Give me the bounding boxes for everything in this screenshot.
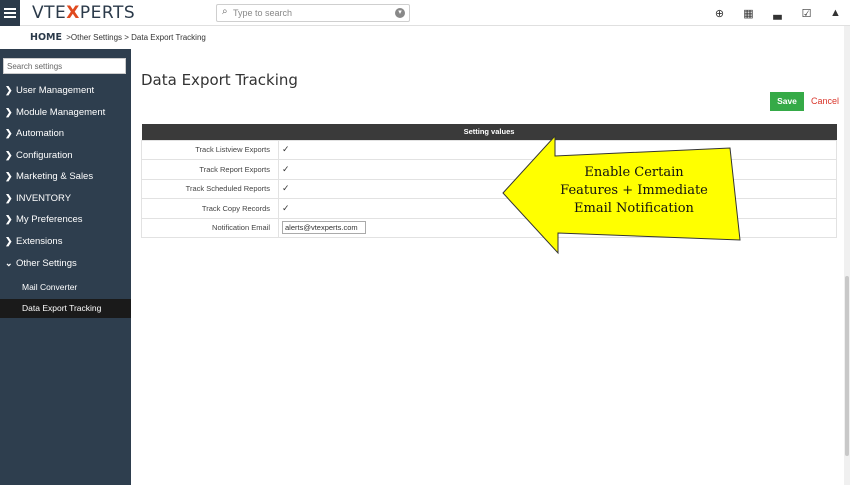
chevron-right-icon: ❯ <box>5 214 13 224</box>
sidebar-item-inventory[interactable]: ❯ INVENTORY <box>0 188 131 208</box>
notification-email-input[interactable] <box>282 221 366 235</box>
calendar-icon[interactable]: ▦ <box>734 7 763 20</box>
cancel-link[interactable]: Cancel <box>811 92 839 111</box>
sidebar-item-configuration[interactable]: ❯ Configuration <box>0 145 131 165</box>
add-icon[interactable]: ⊕ <box>705 7 734 20</box>
breadcrumb-current: Data Export Tracking <box>131 33 206 42</box>
sidebar-subitem-mail-converter[interactable]: Mail Converter <box>0 278 131 297</box>
sidebar-item-user-management[interactable]: ❯ User Management <box>0 80 131 100</box>
sidebar-item-module-management[interactable]: ❯ Module Management <box>0 102 131 122</box>
save-button[interactable]: Save <box>770 92 804 111</box>
setting-label: Track Copy Records <box>141 198 279 219</box>
breadcrumb: HOME >Other Settings > Data Export Track… <box>0 27 850 49</box>
tasks-icon[interactable]: ☑ <box>792 7 821 20</box>
chevron-down-icon: ⌄ <box>5 258 13 268</box>
sidebar-item-marketing-sales[interactable]: ❯ Marketing & Sales <box>0 166 131 186</box>
breadcrumb-other-settings[interactable]: Other Settings <box>71 33 122 42</box>
global-search: ⌕ ▾ <box>216 4 410 22</box>
vtexperts-logo[interactable]: VTEXPERTS <box>32 3 135 23</box>
chevron-right-icon: ❯ <box>5 128 13 138</box>
breadcrumb-home[interactable]: HOME <box>30 32 62 43</box>
track-copy-checkbox[interactable]: ✓ <box>282 203 290 213</box>
chevron-right-icon: ❯ <box>5 85 13 95</box>
page-title: Data Export Tracking <box>141 71 298 89</box>
sidebar-subitem-data-export-tracking[interactable]: Data Export Tracking <box>0 299 131 318</box>
sidebar-item-automation[interactable]: ❯ Automation <box>0 123 131 143</box>
top-bar: VTEXPERTS ⌕ ▾ ⊕ ▦ ▃ ☑ ▲ <box>0 0 850 26</box>
user-icon[interactable]: ▲ <box>821 7 850 19</box>
global-search-input[interactable] <box>233 6 393 20</box>
search-options-icon[interactable]: ▾ <box>395 8 405 18</box>
chevron-right-icon: ❯ <box>5 236 13 246</box>
track-scheduled-checkbox[interactable]: ✓ <box>282 183 290 193</box>
chevron-right-icon: ❯ <box>5 107 13 117</box>
setting-label: Notification Email <box>141 217 279 238</box>
scrollbar-thumb[interactable] <box>845 276 849 456</box>
menu-icon[interactable] <box>0 0 20 26</box>
settings-search-input[interactable] <box>3 58 126 74</box>
chart-icon[interactable]: ▃ <box>763 7 792 20</box>
settings-sidebar: ❯User Management ❯Module Management ❯Aut… <box>0 49 131 485</box>
track-listview-checkbox[interactable]: ✓ <box>282 144 290 154</box>
page-scrollbar[interactable] <box>844 26 850 485</box>
sidebar-item-extensions[interactable]: ❯ Extensions <box>0 231 131 251</box>
callout-text: Enable Certain Features + Immediate Emai… <box>560 165 708 216</box>
setting-label: Track Listview Exports <box>141 139 279 160</box>
setting-label: Track Report Exports <box>141 159 279 180</box>
search-icon: ⌕ <box>222 6 228 17</box>
header-actions: ⊕ ▦ ▃ ☑ ▲ <box>705 0 850 26</box>
track-report-checkbox[interactable]: ✓ <box>282 164 290 174</box>
chevron-right-icon: ❯ <box>5 171 13 181</box>
sidebar-item-other-settings[interactable]: ⌄ Other Settings <box>0 253 131 273</box>
setting-label: Track Scheduled Reports <box>141 178 279 199</box>
chevron-right-icon: ❯ <box>5 193 13 203</box>
sidebar-item-my-preferences[interactable]: ❯ My Preferences <box>0 209 131 229</box>
chevron-right-icon: ❯ <box>5 150 13 160</box>
